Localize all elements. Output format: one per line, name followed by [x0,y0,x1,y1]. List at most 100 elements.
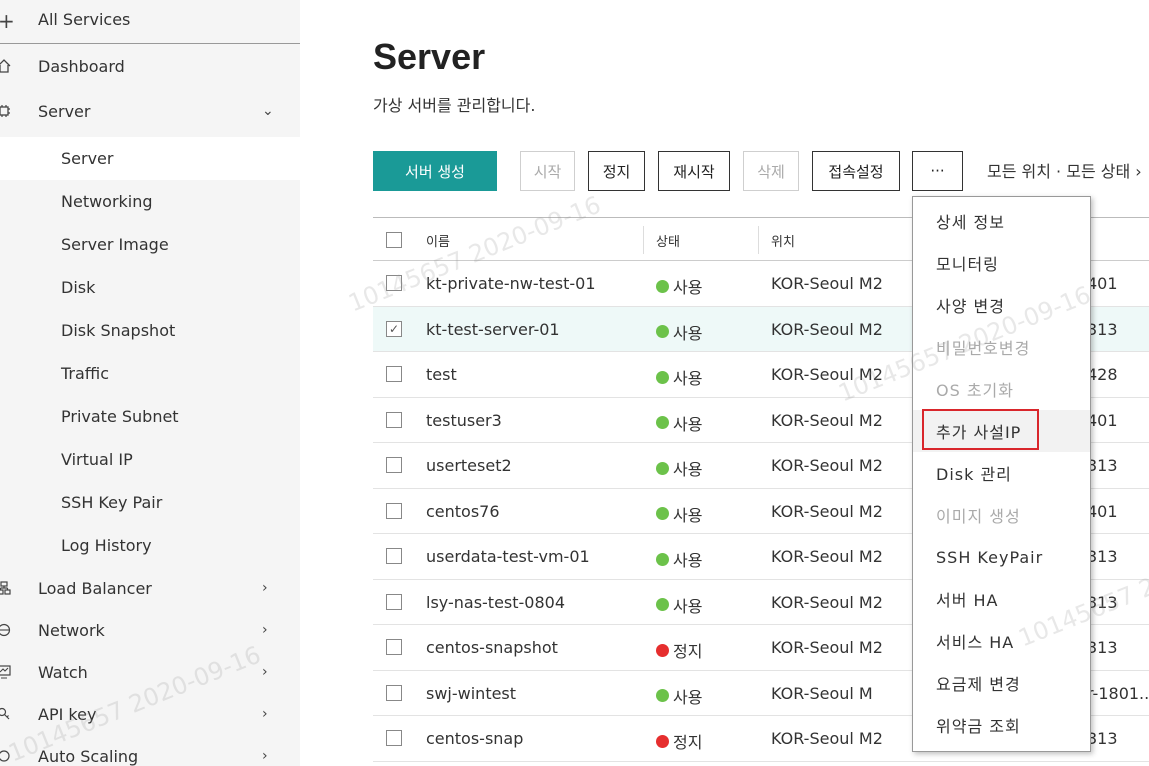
select-all-checkbox[interactable] [386,232,402,248]
column-header-name[interactable]: 이름 [426,231,450,250]
sidebar-subitem-server[interactable]: Server [0,137,300,180]
home-icon [0,58,12,74]
sidebar-subitem-networking[interactable]: Networking [0,180,300,223]
dropdown-item[interactable]: 사양 변경 [913,284,1090,326]
server-name[interactable]: testuser3 [426,411,502,430]
dropdown-item[interactable]: 비밀번호변경 [913,326,1090,368]
dropdown-item[interactable]: 요금제 변경 [913,662,1090,704]
sidebar-item-label: Server [38,101,91,121]
row-checkbox[interactable] [386,457,402,473]
server-name[interactable]: lsy-nas-test-0804 [426,593,565,612]
sidebar-item-load-balancer[interactable]: Load Balancer › [0,567,300,609]
location-text: KOR-Seoul M2 [771,319,883,339]
server-name[interactable]: centos76 [426,502,500,521]
dropdown-item[interactable]: 서버 HA [913,578,1090,620]
dropdown-item-label: Disk 관리 [936,465,1012,484]
sidebar-subitem-disk[interactable]: Disk [0,266,300,309]
dropdown-item[interactable]: 위약금 조회 [913,704,1090,746]
status-dot-icon [656,370,669,384]
sidebar-item-dashboard[interactable]: Dashboard [0,45,300,87]
row-checkbox[interactable] [386,502,402,519]
row-checkbox[interactable] [386,593,402,610]
delete-button[interactable]: 삭제 [743,151,799,191]
server-name[interactable]: test [426,365,457,384]
server-name[interactable]: userdata-test-vm-01 [426,547,590,566]
extra-column-text: r-1801.. [1087,683,1149,703]
row-checkbox[interactable]: ✓ [386,320,402,337]
sidebar-subitem-label: Private Subnet [61,407,179,426]
dropdown-item-label: SSH KeyPair [936,547,1044,567]
more-actions-button[interactable]: ··· [912,151,963,191]
sidebar-item-label: Watch [38,662,88,682]
status-dot-icon [656,643,669,657]
server-name[interactable]: swj-wintest [426,684,516,703]
row-checkbox[interactable] [386,730,402,746]
all-services-item[interactable]: + All Services [0,0,300,44]
sidebar-item-auto-scaling[interactable]: Auto Scaling › [0,735,300,766]
status-badge: 사용 [656,456,702,480]
sidebar-subitem-server-image[interactable]: Server Image [0,223,300,266]
sidebar-subitem-disk-snapshot[interactable]: Disk Snapshot [0,309,300,352]
sidebar-item-api-key[interactable]: API key › [0,693,300,735]
dropdown-item[interactable]: 모니터링 [913,242,1090,284]
connect-settings-button[interactable]: 접속설정 [812,151,900,191]
location-text: KOR-Seoul M2 [771,365,883,384]
dropdown-item[interactable]: 이미지 생성 [913,494,1090,536]
row-checkbox[interactable] [386,684,402,701]
status-text: 사용 [673,414,703,434]
status-badge: 사용 [656,320,702,344]
status-dot-icon [656,689,669,702]
dropdown-item-label: 서버 HA [936,591,999,610]
stop-button[interactable]: 정지 [588,151,645,191]
restart-button[interactable]: 재시작 [658,151,730,191]
dropdown-item[interactable]: SSH KeyPair [913,536,1090,578]
sidebar-item-server[interactable]: Server ⌄ [0,90,300,132]
location-status-filter[interactable]: 모든 위치 · 모든 상태 › [987,158,1142,182]
dropdown-item-label: OS 초기화 [936,381,1014,400]
server-name[interactable]: kt-test-server-01 [426,320,560,339]
status-badge: 정지 [656,729,702,753]
dropdown-item[interactable]: 상세 정보 [913,200,1090,242]
server-name[interactable]: userteset2 [426,456,512,475]
extra-column-text: 313 [1087,319,1118,339]
sidebar-subitem-label: SSH Key Pair [61,493,163,512]
column-header-location[interactable]: 위치 [771,231,795,250]
row-checkbox[interactable] [386,411,402,428]
sidebar-subitem-ssh-key-pair[interactable]: SSH Key Pair [0,481,300,524]
dropdown-item[interactable]: OS 초기화 [913,368,1090,410]
status-dot-icon [656,279,669,293]
status-dot-icon [656,598,669,611]
sidebar-subitem-label: Disk [61,278,96,297]
sidebar-item-network[interactable]: Network › [0,609,300,651]
more-actions-dropdown: 상세 정보 모니터링 사양 변경 비밀번호변경 OS 초기화 추가 사설IP Disk 관리… [912,196,1091,752]
create-server-button[interactable]: 서버 생성 [373,151,497,191]
status-text: 사용 [673,369,703,388]
sidebar-subitem-label: Virtual IP [61,450,133,469]
dropdown-item-label: 요금제 변경 [936,675,1021,694]
row-checkbox[interactable] [386,366,402,382]
start-button[interactable]: 시작 [520,151,575,191]
extra-column-text: 313 [1087,729,1118,748]
status-badge: 사용 [656,502,702,526]
dropdown-item-label: 서비스 HA [936,633,1015,652]
column-header-status[interactable]: 상태 [656,231,680,250]
dropdown-item[interactable]: 서비스 HA [913,620,1090,662]
sidebar-subitem-private-subnet[interactable]: Private Subnet [0,395,300,438]
row-checkbox[interactable] [386,548,402,564]
chevron-right-icon: › [262,748,268,764]
sidebar-subitem-virtual-ip[interactable]: Virtual IP [0,438,300,481]
server-name[interactable]: kt-private-nw-test-01 [426,274,596,293]
status-badge: 사용 [656,411,702,435]
status-badge: 사용 [656,547,702,571]
sidebar-item-watch[interactable]: Watch › [0,651,300,693]
dropdown-item[interactable]: Disk 관리 [913,452,1090,494]
sidebar-subitem-log-history[interactable]: Log History [0,524,300,567]
row-checkbox[interactable] [386,275,402,291]
chevron-down-icon: ⌄ [262,103,274,119]
chevron-right-icon: › [262,664,268,680]
sidebar-subitem-traffic[interactable]: Traffic [0,352,300,395]
location-text: KOR-Seoul M2 [771,729,883,748]
server-name[interactable]: centos-snap [426,729,523,748]
server-name[interactable]: centos-snapshot [426,638,558,657]
row-checkbox[interactable] [386,639,402,655]
